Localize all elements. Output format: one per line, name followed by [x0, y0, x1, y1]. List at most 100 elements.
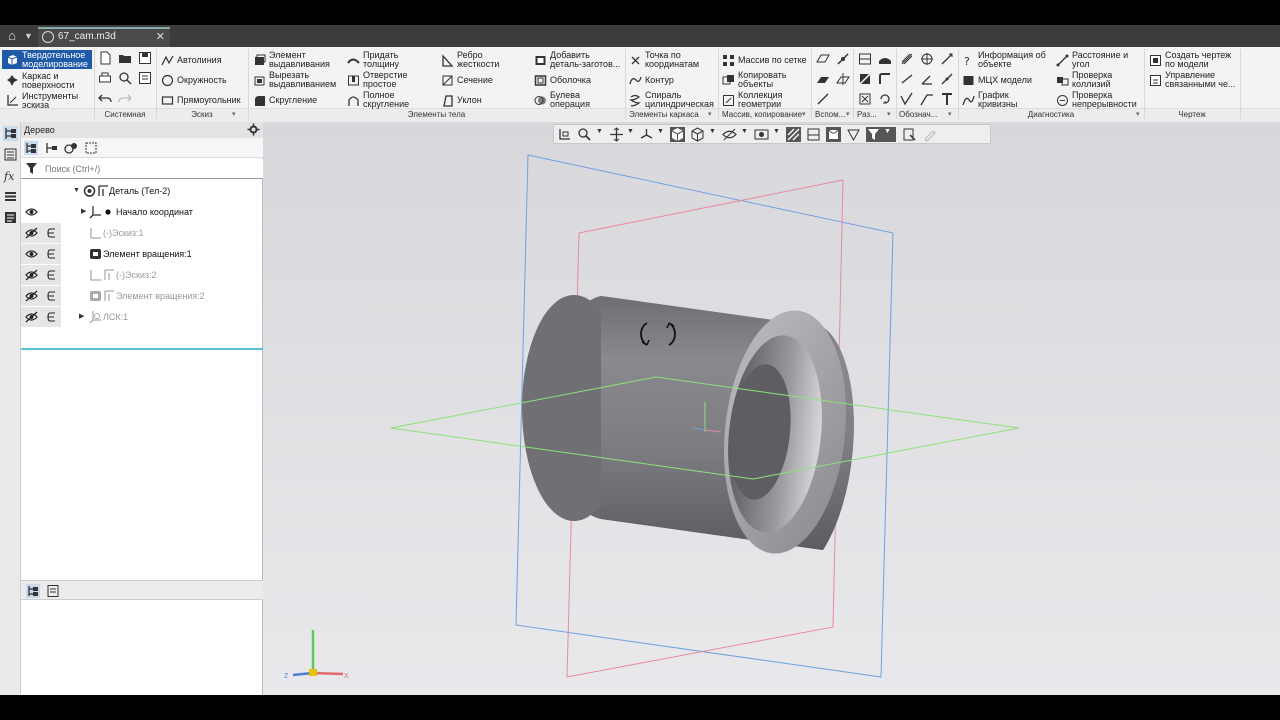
new-document-icon[interactable] — [97, 50, 113, 66]
chevron-down-icon[interactable]: ▼ — [627, 128, 634, 135]
group-dropdown-icon[interactable]: ▾ — [802, 110, 806, 118]
text-icon[interactable] — [939, 91, 955, 107]
aux-line-icon[interactable] — [815, 91, 831, 107]
clip-icon[interactable] — [857, 91, 873, 107]
expand-arrow-icon[interactable]: ▶ — [81, 202, 86, 222]
grid-array-button[interactable]: Массив по сетке — [722, 54, 807, 67]
group-dropdown-icon[interactable]: ▾ — [1136, 110, 1140, 118]
leader-icon[interactable] — [919, 91, 935, 107]
angular-dim-icon[interactable] — [919, 71, 935, 87]
edit-disabled-icon[interactable] — [922, 127, 937, 142]
shell-button[interactable]: Оболочка — [534, 74, 591, 87]
list-view-icon[interactable] — [46, 584, 60, 598]
centerline-icon[interactable] — [919, 51, 935, 67]
extrude-button[interactable]: Элемент выдавливания — [253, 51, 339, 69]
visible-eye-icon[interactable] — [25, 206, 38, 218]
tree-row-origin[interactable]: ▶ Начало координат — [21, 202, 263, 222]
include-in-calc-icon[interactable] — [47, 270, 56, 280]
tree-row-sketch-2[interactable]: (-)Эскиз:2 — [21, 265, 263, 285]
visible-eye-icon[interactable] — [25, 248, 38, 260]
preview-icon[interactable] — [117, 70, 133, 86]
shaded-mode-icon[interactable] — [670, 127, 685, 142]
tree-panel-icon[interactable] — [3, 126, 18, 141]
section-view-icon[interactable] — [786, 127, 801, 142]
continuity-check-button[interactable]: Проверка непрерывности — [1056, 91, 1142, 109]
mass-properties-button[interactable]: МЦХ модели — [962, 74, 1032, 87]
redo-icon[interactable] — [117, 90, 133, 106]
include-in-calc-icon[interactable] — [47, 312, 56, 322]
visibility-icon[interactable] — [754, 127, 769, 142]
simple-hole-button[interactable]: Отверстие простое — [347, 71, 418, 89]
distance-angle-button[interactable]: Расстояние и угол — [1056, 51, 1142, 69]
split-icon[interactable] — [857, 51, 873, 67]
filter-view-icon[interactable] — [846, 127, 861, 142]
group-dropdown-icon[interactable]: ▾ — [708, 110, 712, 118]
tree-structure-icon[interactable] — [24, 141, 38, 155]
diameter-dim-icon[interactable] — [939, 71, 955, 87]
scene-canvas[interactable]: Z X — [263, 122, 1280, 695]
draft-button[interactable]: Уклон — [441, 94, 482, 107]
tree-structure-icon[interactable] — [26, 584, 40, 598]
home-icon[interactable]: ⌂ — [4, 28, 20, 44]
linear-dim-icon[interactable] — [899, 71, 915, 87]
document-properties-icon[interactable] — [3, 210, 18, 225]
tree-row-lcs[interactable]: ▶ ЛСК:1 — [21, 307, 263, 327]
thicken-button[interactable]: Придать толщину — [347, 51, 418, 69]
tree-history-icon[interactable] — [44, 141, 58, 155]
cut-extrude-button[interactable]: Вырезать выдавливанием — [253, 71, 339, 89]
orientation-icon[interactable] — [557, 127, 572, 142]
copy-objects-button[interactable]: Копировать объекты — [722, 71, 800, 89]
selection-filter-icon[interactable] — [866, 127, 896, 142]
open-folder-icon[interactable] — [117, 50, 133, 66]
aux-offset-plane-icon[interactable] — [815, 71, 831, 87]
full-fillet-button[interactable]: Полное скругление — [347, 91, 418, 109]
include-in-calc-icon[interactable] — [47, 249, 56, 259]
document-tab[interactable]: 67_cam.m3d ✕ — [38, 27, 170, 47]
tree-filter-box-icon[interactable] — [84, 141, 98, 155]
contour-button[interactable]: Контур — [629, 74, 674, 87]
hidden-eye-icon[interactable] — [25, 269, 38, 281]
thread-icon[interactable] — [899, 51, 915, 67]
bend-icon[interactable] — [877, 71, 893, 87]
collision-check-button[interactable]: Проверка коллизий — [1056, 71, 1142, 89]
add-blank-part-button[interactable]: Добавить деталь-заготов... — [534, 51, 622, 69]
group-dropdown-icon[interactable]: ▾ — [232, 110, 236, 118]
scene-properties-icon[interactable] — [902, 127, 917, 142]
group-dropdown-icon[interactable]: ▾ — [846, 110, 850, 118]
group-dropdown-icon[interactable]: ▾ — [887, 110, 891, 118]
properties-icon[interactable] — [137, 70, 153, 86]
rib-button[interactable]: Ребро жесткости — [441, 51, 507, 69]
undo-icon[interactable] — [97, 90, 113, 106]
hidden-eye-icon[interactable] — [25, 311, 38, 323]
tree-relations-icon[interactable] — [64, 141, 78, 155]
mode-sketch-tools[interactable]: Инструменты эскиза — [2, 91, 92, 110]
tree-search-input[interactable] — [45, 161, 255, 177]
rotate-part-icon[interactable] — [877, 91, 893, 107]
tree-splitter[interactable] — [21, 348, 263, 350]
surface-icon[interactable] — [877, 51, 893, 67]
autoline-button[interactable]: Автолиния — [161, 54, 222, 67]
cut-surface-icon[interactable] — [857, 71, 873, 87]
section-button[interactable]: Сечение — [441, 74, 493, 87]
chevron-down-icon[interactable]: ▼ — [741, 128, 748, 135]
aux-axis-icon[interactable] — [835, 51, 851, 67]
include-in-calc-icon[interactable] — [47, 291, 56, 301]
aux-plane-through-icon[interactable] — [835, 71, 851, 87]
curvature-graph-button[interactable]: График кривизны — [962, 91, 1028, 109]
chevron-down-icon[interactable]: ▼ — [596, 128, 603, 135]
cylindrical-helix-button[interactable]: Спираль цилиндрическая — [629, 91, 715, 109]
mode-solid-modeling[interactable]: Твердотельное моделирование — [2, 50, 92, 69]
circle-button[interactable]: Окружность — [161, 74, 227, 87]
3d-viewport[interactable]: Z X ▼ ▼ ▼ ▼ ▼ ▼ ▼ — [263, 122, 1280, 695]
layers-icon[interactable] — [3, 189, 18, 204]
chevron-down-icon[interactable]: ▼ — [884, 128, 891, 135]
view-orientation-icon[interactable] — [639, 127, 654, 142]
include-in-calc-icon[interactable] — [47, 228, 56, 238]
fillet-button[interactable]: Скругление — [253, 94, 317, 107]
chevron-down-icon[interactable]: ▼ — [24, 28, 36, 44]
chevron-down-icon[interactable]: ▼ — [657, 128, 664, 135]
print-icon[interactable] — [97, 70, 113, 86]
rectangle-button[interactable]: Прямоугольник — [161, 94, 241, 107]
tree-row-revolve-1[interactable]: Элемент вращения:1 — [21, 244, 263, 264]
wireframe-mode-icon[interactable] — [690, 127, 705, 142]
